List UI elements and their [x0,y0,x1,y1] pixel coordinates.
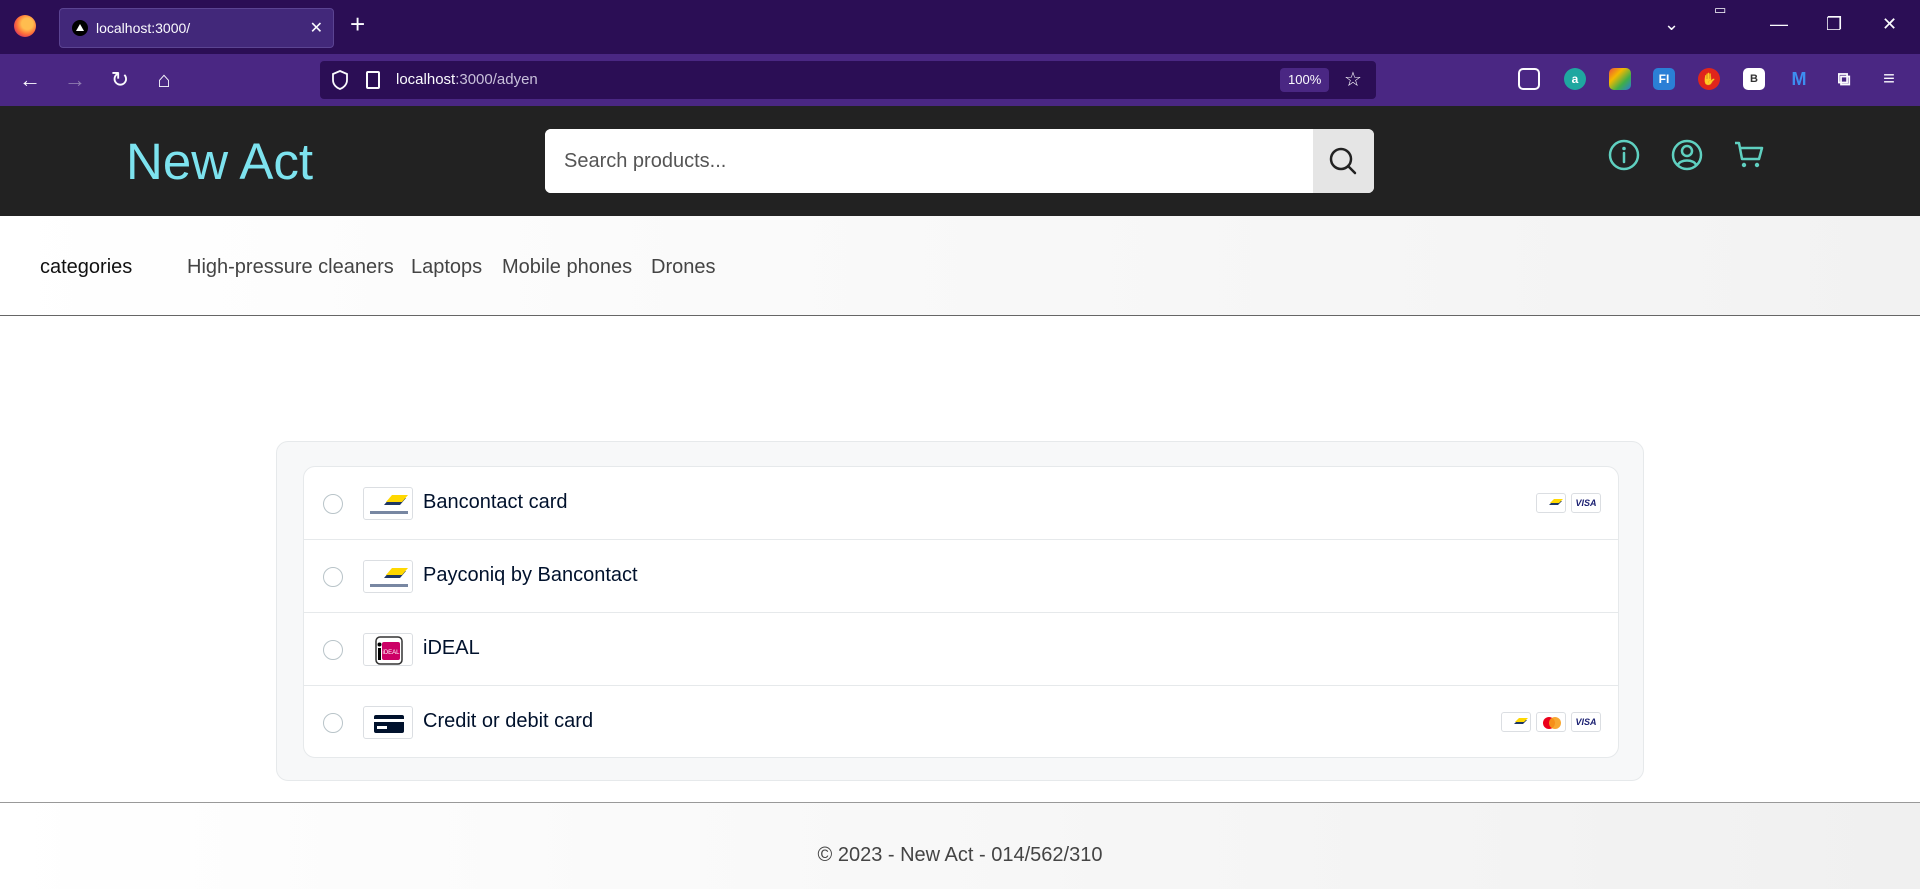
close-window-icon[interactable]: ✕ [1882,14,1897,35]
supported-brands: VISA [1536,493,1601,513]
search-input[interactable] [545,129,1313,193]
ideal-logo-icon: iDEAL [363,633,413,666]
svg-text:iDEAL: iDEAL [382,650,400,656]
bancontact-brand-icon [1501,712,1531,732]
category-link-laptops[interactable]: Laptops [411,256,482,279]
payment-method-name: Credit or debit card [423,710,594,732]
site-footer: © 2023 - New Act - 014/562/310 [0,802,1920,889]
extensions-puzzle-icon[interactable]: ⧉ [1833,68,1855,90]
list-all-tabs-icon[interactable]: ⌄ [1664,14,1679,35]
category-link-drones[interactable]: Drones [651,256,715,279]
extension-hand-icon[interactable]: ✋ [1698,68,1720,90]
payment-methods-panel: Bancontact card VISA Payconiq by Bancont… [276,441,1644,781]
tab-close-icon[interactable]: ✕ [310,18,323,38]
payment-method-name: Bancontact card [423,491,568,513]
menu-hamburger-icon[interactable]: ≡ [1878,68,1900,90]
bancontact-brand-icon [1536,493,1566,513]
firefox-icon[interactable] [14,15,36,37]
account-icon[interactable] [1670,138,1704,172]
search-bar [545,129,1374,193]
payment-method-bancontact-card[interactable]: Bancontact card VISA [304,467,1618,540]
url-bar[interactable]: localhost:3000/adyen 100% ☆ [320,61,1376,99]
page-info-icon[interactable] [366,71,380,89]
visa-brand-icon: VISA [1571,712,1601,732]
pip-icon: ▭ [1714,2,1727,17]
forward-icon[interactable]: → [61,66,89,94]
restore-icon[interactable]: ❐ [1826,14,1842,35]
payment-method-card[interactable]: Credit or debit card VISA [304,686,1618,757]
payment-radio[interactable] [323,713,343,733]
mastercard-brand-icon [1536,712,1566,732]
zoom-level[interactable]: 100% [1280,68,1330,92]
site-header: New Act [0,106,1920,216]
payment-radio[interactable] [323,494,343,514]
tracking-shield-icon[interactable] [330,69,350,91]
payment-method-name: Payconiq by Bancontact [423,564,638,586]
credit-card-icon [363,706,413,739]
bookmark-star-icon[interactable]: ☆ [1344,67,1362,92]
search-button[interactable] [1313,129,1374,193]
category-bar: categories High-pressure cleaners Laptop… [0,216,1920,316]
category-link-high-pressure-cleaners[interactable]: High-pressure cleaners [187,256,394,279]
extension-fi-icon[interactable]: FI [1653,68,1675,90]
tab-title: localhost:3000/ [96,20,191,36]
info-icon[interactable] [1607,138,1641,172]
payment-radio[interactable] [323,567,343,587]
categories-title: categories [40,256,133,278]
extension-a-icon[interactable]: a [1564,68,1586,90]
url-text[interactable]: localhost:3000/adyen [396,71,538,88]
footer-copyright: © 2023 - New Act - 014/562/310 [817,844,1103,866]
minimize-icon[interactable]: — [1770,14,1788,35]
pocket-icon[interactable] [1518,68,1540,90]
category-link-mobile-phones[interactable]: Mobile phones [502,256,632,279]
new-tab-icon[interactable]: + [350,11,365,37]
site-logo[interactable]: New Act [126,132,313,191]
back-icon[interactable]: ← [16,66,44,94]
tab-favicon-icon [72,20,88,36]
extension-b-icon[interactable]: B [1743,68,1765,90]
bancontact-logo-icon [363,560,413,593]
browser-tab[interactable]: localhost:3000/ ✕ [59,8,334,48]
extension-colorful-icon[interactable] [1609,68,1631,90]
payment-methods-list: Bancontact card VISA Payconiq by Bancont… [303,466,1619,758]
extension-m-icon[interactable]: M [1788,68,1810,90]
payment-method-ideal[interactable]: iDEAL iDEAL [304,613,1618,686]
bancontact-logo-icon [363,487,413,520]
cart-icon[interactable] [1732,138,1766,172]
home-icon[interactable]: ⌂ [150,66,178,94]
browser-tab-bar: localhost:3000/ ✕ + ⌄ ▭ — ❐ ✕ [0,0,1920,54]
payment-method-name: iDEAL [423,637,480,659]
search-icon [1329,147,1357,175]
payment-radio[interactable] [323,640,343,660]
payment-method-payconiq[interactable]: Payconiq by Bancontact [304,540,1618,613]
reload-icon[interactable]: ↻ [106,66,134,94]
visa-brand-icon: VISA [1571,493,1601,513]
supported-brands: VISA [1501,712,1601,732]
